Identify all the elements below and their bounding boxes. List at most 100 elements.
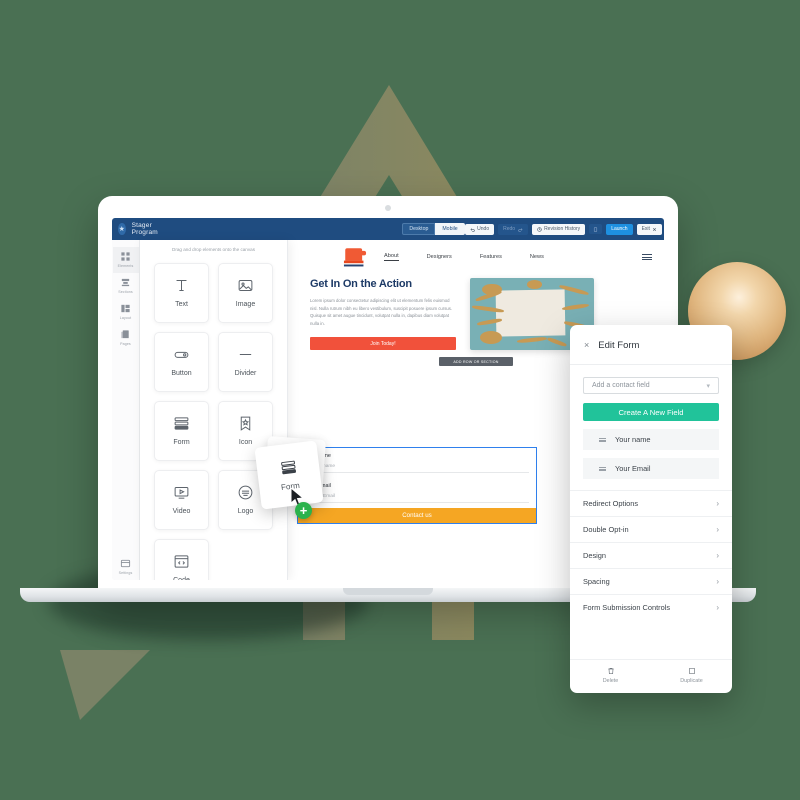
element-card-video[interactable]: Video [154,469,209,530]
brand-name: Stager Program [131,222,158,236]
form-submit-button[interactable]: Contact us [298,508,536,523]
left-rail: Elements Sections Layout Pages Settings [112,240,140,580]
webcam-icon [385,205,391,211]
mobile-preview-button[interactable] [589,224,603,234]
form-field-row[interactable]: Your Email [583,458,719,479]
sidebar-label-layout: Layout [119,316,132,320]
form-email-input[interactable]: Your Email [305,491,529,503]
sidebar-item-elements[interactable]: Elements [112,247,139,273]
revision-history-label: Revision History [544,226,581,232]
edit-panel-body: Add a contact field ▾ Create A New Field… [570,365,732,479]
nav-link-designers[interactable]: Designers [427,254,452,260]
bookmark-star-icon [240,417,251,432]
chevron-right-icon: › [716,525,719,534]
element-card-code[interactable]: Code [154,538,209,580]
element-card-button[interactable]: Button [154,331,209,392]
video-icon [174,487,189,500]
form-email-label: Your Email [305,483,331,489]
hero-cta-button[interactable]: Join Today! [310,337,456,351]
element-label-button: Button [171,370,192,378]
element-label-form: Form [173,439,190,447]
nav-link-features[interactable]: Features [480,254,502,260]
drag-handle-icon[interactable] [599,437,606,442]
chevron-right-icon: › [716,603,719,612]
hero-image-paper [495,289,566,337]
sidebar-item-pages[interactable]: Pages [113,325,139,351]
divider-icon [239,354,252,356]
panel-row-double-opt-in[interactable]: Double Opt-in › [570,516,732,542]
drag-handle-icon[interactable] [599,466,606,471]
panel-row-spacing[interactable]: Spacing › [570,568,732,594]
panel-row-form-submission-controls[interactable]: Form Submission Controls › [570,594,732,620]
panel-row-label: Design [583,551,607,560]
create-new-field-button[interactable]: Create A New Field [583,403,719,421]
device-toggle-mobile[interactable]: Mobile [435,223,465,235]
undo-button[interactable]: Undo [464,223,495,235]
element-label-icon: Icon [238,439,253,447]
nav-link-news[interactable]: News [530,254,544,260]
form-field-label: Your Email [615,464,651,473]
exit-button[interactable]: Exit [636,223,663,235]
device-toggle[interactable]: Desktop Mobile [402,223,465,235]
element-card-text[interactable]: Text [154,262,209,323]
element-label-image: Image [235,301,256,309]
layout-icon [121,304,130,313]
close-icon[interactable]: × [584,341,589,350]
element-label-text: Text [175,301,188,309]
element-label-logo: Logo [237,508,254,516]
sidebar-label-elements: Elements [117,264,134,268]
panel-row-label: Double Opt-in [583,525,629,534]
exit-icon [653,227,657,231]
edit-form-panel: × Edit Form Add a contact field ▾ Create… [570,325,732,693]
canvas-form-block[interactable]: Your name Your name Your Email Your Emai… [297,447,537,524]
hero-title: Get In On the Action [310,278,412,290]
chevron-right-icon: › [716,499,719,508]
duplicate-button[interactable]: Duplicate [651,667,732,684]
sections-icon [121,278,130,287]
edit-panel-footer: Delete Duplicate [570,659,732,693]
revision-history-button[interactable]: Revision History [531,223,586,235]
device-toggle-desktop[interactable]: Desktop [402,223,436,235]
form-field-row[interactable]: Your name [583,429,719,450]
launch-button[interactable]: Launch [606,223,633,235]
sidebar-item-sections[interactable]: Sections [113,273,139,299]
drop-add-badge: + [295,502,312,519]
delete-label: Delete [602,678,619,684]
edit-panel-sections: Redirect Options › Double Opt-in › Desig… [570,490,732,620]
mobile-preview-icon [594,226,598,232]
edit-panel-header: × Edit Form [570,325,732,365]
history-icon [536,226,542,232]
undo-icon [470,227,475,232]
hamburger-menu-icon[interactable] [642,254,652,261]
dragging-form-card[interactable]: Form [254,440,324,510]
panel-row-redirect-options[interactable]: Redirect Options › [570,490,732,516]
element-card-form[interactable]: Form [154,400,209,461]
grid-icon [121,252,130,261]
undo-label: Undo [477,226,490,232]
sidebar-item-settings[interactable]: Settings [113,554,139,580]
nav-link-about[interactable]: About [384,253,399,261]
hero-text-column: Get In On the Action Lorem ipsum dolor c… [310,278,456,351]
settings-icon [120,559,131,568]
chevron-down-icon: ▾ [706,382,710,390]
form-name-input[interactable]: Your name [305,461,529,473]
duplicate-icon [688,668,695,674]
redo-icon [517,227,523,232]
add-row-or-section-button[interactable]: ADD ROW OR SECTION [439,357,513,367]
element-card-image[interactable]: Image [218,262,273,323]
add-contact-field-select[interactable]: Add a contact field ▾ [583,377,719,394]
trash-icon [607,668,614,674]
form-icon [280,460,296,475]
brand[interactable]: ★ Stager Program [118,222,162,236]
panel-row-design[interactable]: Design › [570,542,732,568]
delete-button[interactable]: Delete [570,667,651,684]
panel-row-label: Form Submission Controls [583,603,671,612]
elements-panel-hint: Drag and drop elements onto the canvas [172,247,255,252]
redo-button[interactable]: Redo [498,223,528,235]
sidebar-label-sections: Sections [118,290,133,294]
exit-label: Exit [641,226,650,232]
element-card-divider[interactable]: Divider [218,331,273,392]
logo-icon [238,486,253,500]
sidebar-label-settings: Settings [118,571,133,575]
sidebar-item-layout[interactable]: Layout [113,299,139,325]
